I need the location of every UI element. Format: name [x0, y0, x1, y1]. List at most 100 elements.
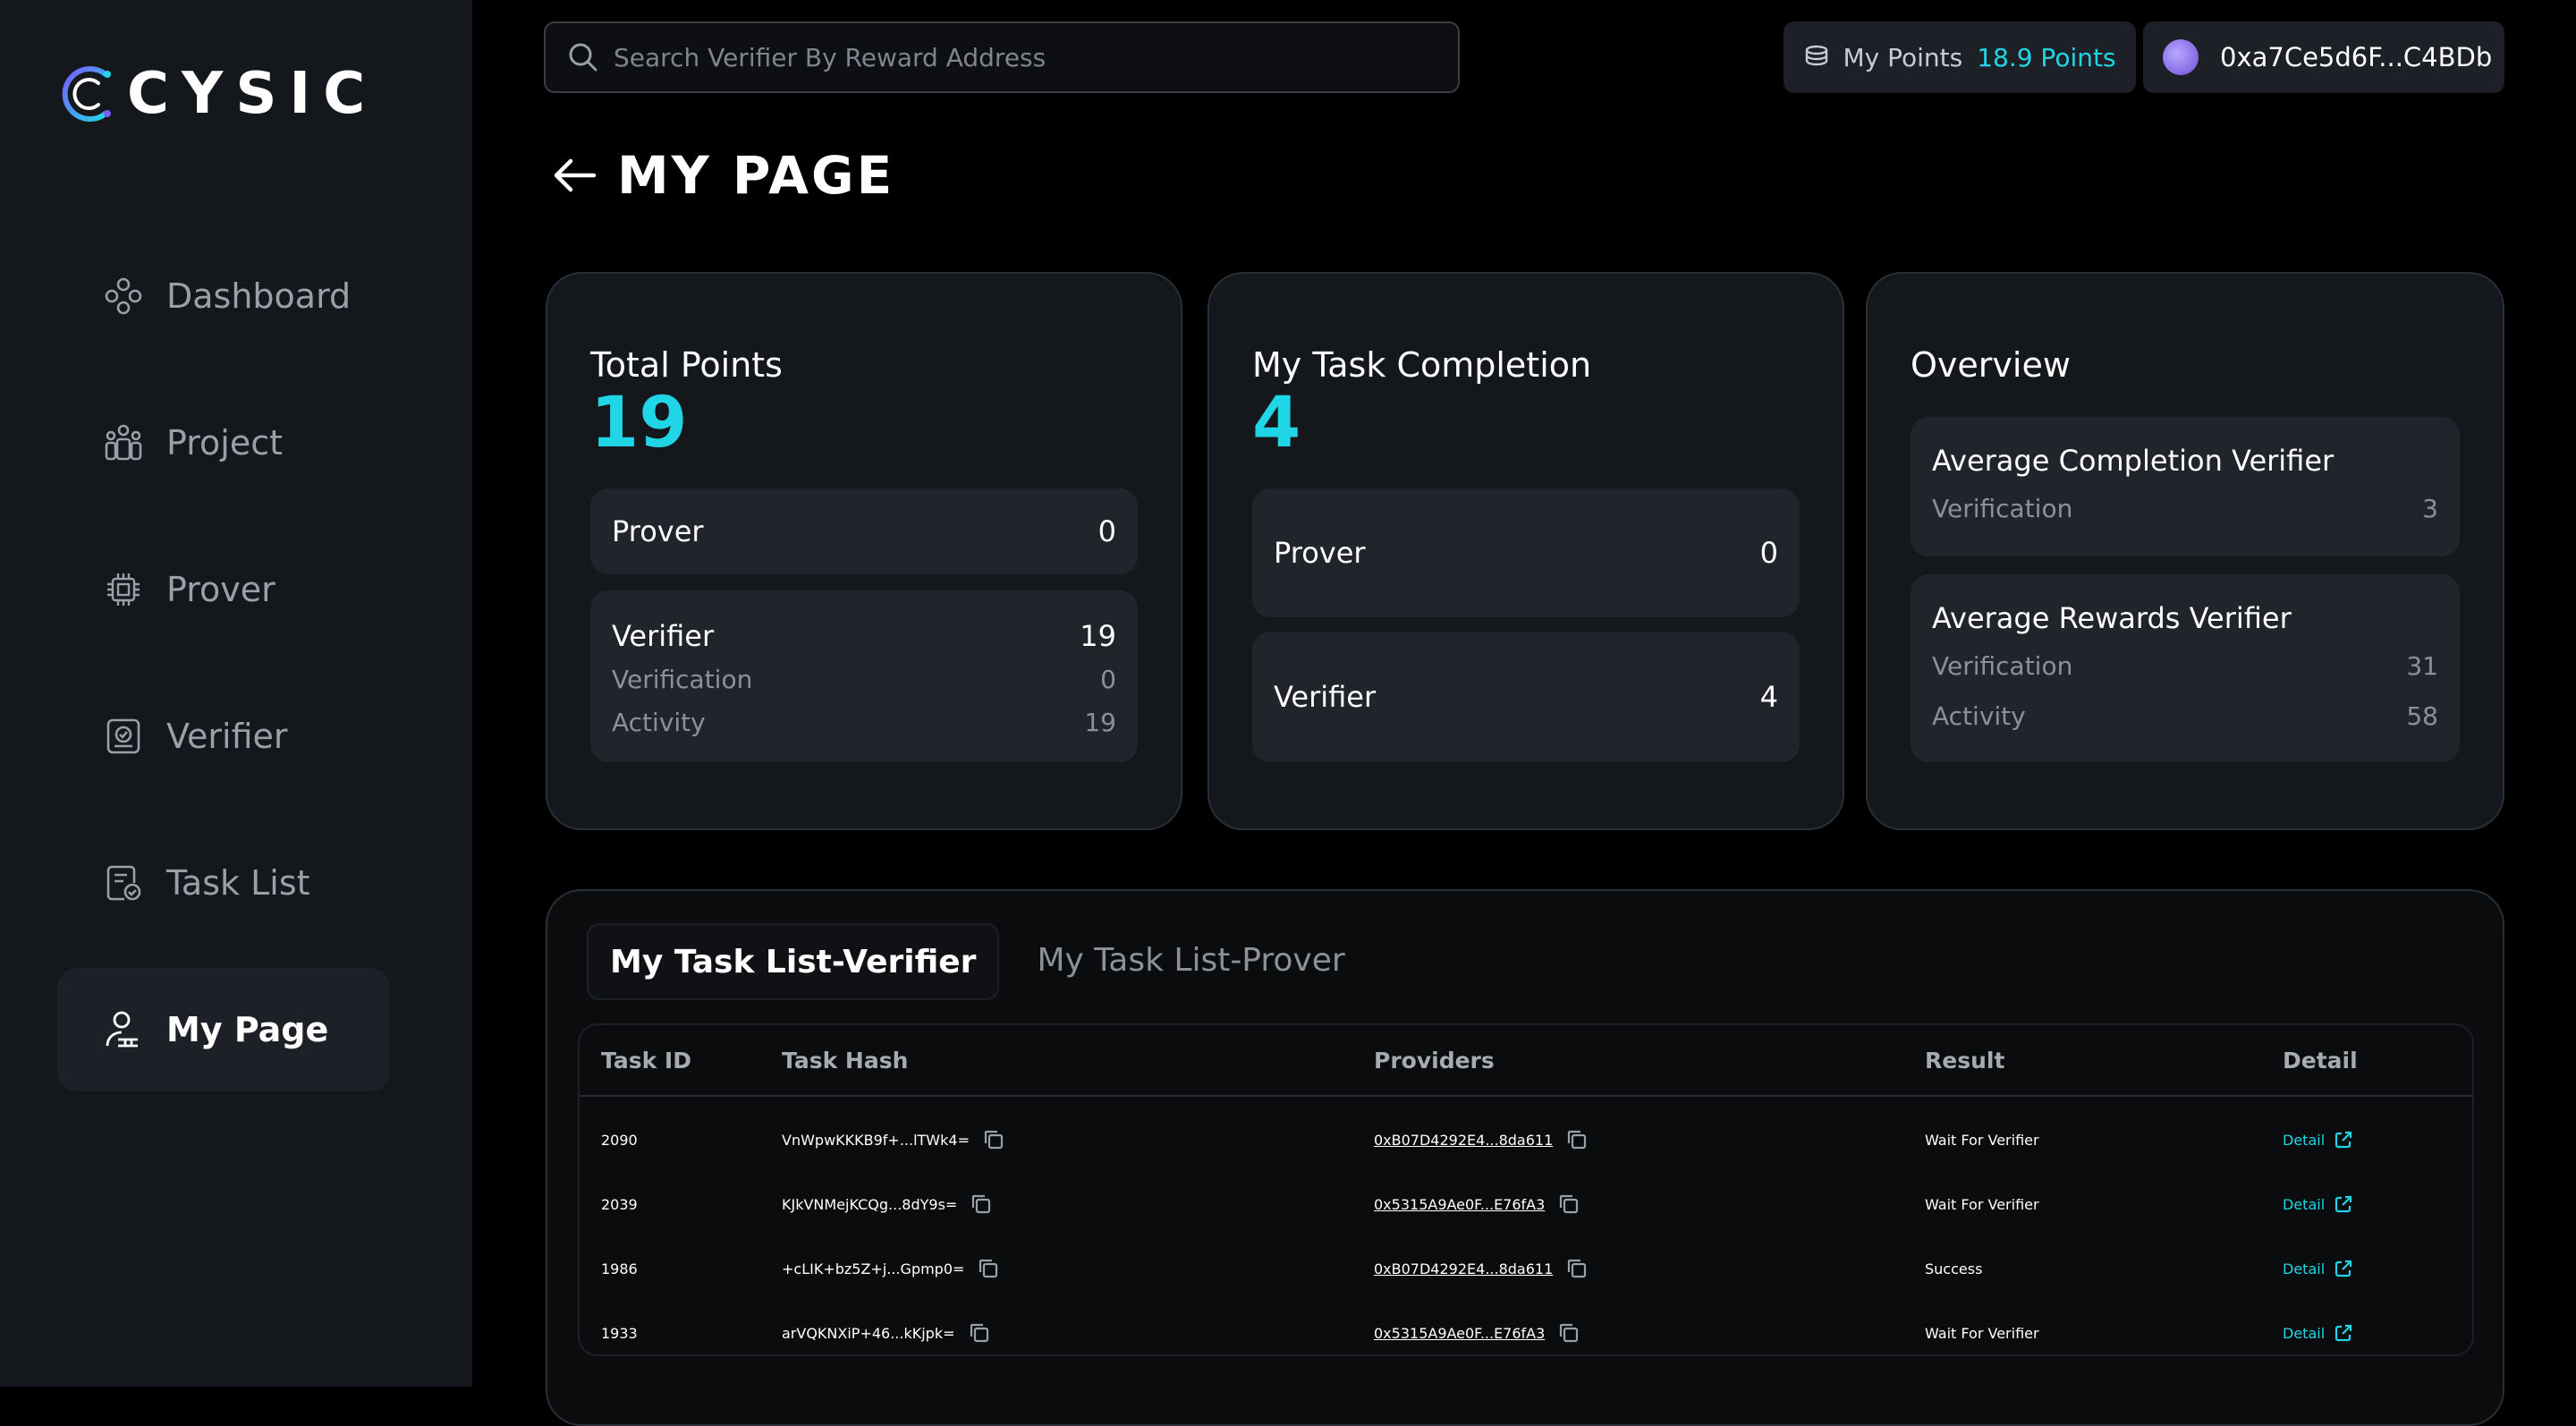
tab-task-list-prover[interactable]: My Task List-Prover [1015, 923, 1366, 997]
copy-icon[interactable] [977, 1257, 1000, 1280]
verifier-label: Verifier [612, 619, 715, 653]
task-completion-verifier-box: Verifier 4 [1252, 632, 1800, 762]
task-hash: KJkVNMejKCQg...8dY9s= [782, 1195, 958, 1213]
avg-rewards-title: Average Rewards Verifier [1932, 601, 2292, 635]
detail-label: Detail [2283, 1324, 2326, 1342]
brand-name: CYSIC [127, 61, 378, 127]
task-completion-title: My Task Completion [1252, 345, 1592, 385]
task-completion-card: My Task Completion 4 Prover 0 Verifier 4 [1208, 272, 1844, 830]
provider-cell: 0x5315A9Ae0F...E76fA3 [1374, 1321, 1580, 1345]
search-icon [569, 43, 597, 72]
page-title-row: MY PAGE [551, 145, 894, 206]
wallet-button[interactable]: 0xa7Ce5d6F...C4BDb [2143, 21, 2504, 93]
detail-label: Detail [2283, 1260, 2326, 1277]
task-table: Task ID Task Hash Providers Result Detai… [578, 1023, 2474, 1356]
sidebar-item-project[interactable]: Project [57, 381, 390, 505]
external-link-icon [2335, 1260, 2352, 1277]
provider-link[interactable]: 0x5315A9Ae0F...E76fA3 [1374, 1196, 1545, 1213]
search-bar[interactable] [544, 21, 1460, 93]
copy-icon[interactable] [968, 1321, 991, 1345]
avg-completion-title: Average Completion Verifier [1932, 444, 2334, 478]
copy-icon[interactable] [970, 1193, 993, 1216]
total-points-value: 19 [590, 383, 688, 463]
verification-label: Verification [1932, 493, 2073, 523]
sidebar-item-dashboard[interactable]: Dashboard [57, 234, 390, 358]
activity-value: 58 [2406, 700, 2438, 731]
sidebar-item-task-list[interactable]: Task List [57, 821, 390, 945]
sidebar-item-label: Prover [166, 570, 275, 609]
task-result: Wait For Verifier [1925, 1195, 2039, 1213]
project-icon [102, 421, 145, 464]
task-id: 1933 [601, 1324, 638, 1342]
avatar [2163, 39, 2199, 75]
provider-link[interactable]: 0xB07D4292E4...8da611 [1374, 1260, 1553, 1277]
copy-icon[interactable] [1565, 1257, 1589, 1280]
sidebar-item-label: Dashboard [166, 276, 352, 316]
prover-value: 0 [1759, 536, 1778, 570]
col-providers: Providers [1374, 1047, 1495, 1074]
verification-label: Verification [1932, 650, 2073, 681]
provider-cell: 0xB07D4292E4...8da611 [1374, 1128, 1589, 1151]
detail-link[interactable]: Detail [2283, 1194, 2353, 1214]
task-hash-cell: arVQKNXiP+46...kKjpk= [782, 1321, 991, 1345]
provider-link[interactable]: 0xB07D4292E4...8da611 [1374, 1132, 1553, 1149]
dashboard-icon [102, 275, 145, 318]
verification-value: 3 [2422, 493, 2438, 523]
copy-icon[interactable] [1565, 1128, 1589, 1151]
avg-rewards-box: Average Rewards Verifier Verification 31… [1911, 574, 2460, 762]
prover-label: Prover [612, 514, 704, 548]
col-task-hash: Task Hash [782, 1047, 909, 1074]
prover-value: 0 [1097, 514, 1116, 548]
search-input[interactable] [612, 41, 1420, 73]
table-row: 2090 VnWpwKKKB9f+...lTWk4= 0xB07D4292E4.… [580, 1108, 2472, 1172]
verifier-icon [102, 715, 145, 758]
task-hash: +cLIK+bz5Z+j...Gpmp0= [782, 1260, 965, 1277]
tab-task-list-verifier[interactable]: My Task List-Verifier [587, 923, 1000, 1000]
table-row: 1986 +cLIK+bz5Z+j...Gpmp0= 0xB07D4292E4.… [580, 1236, 2472, 1301]
page-title: MY PAGE [617, 145, 895, 206]
sidebar-item-my-page[interactable]: My Page [57, 968, 390, 1091]
sidebar-item-prover[interactable]: Prover [57, 528, 390, 651]
sidebar-nav: Dashboard Project Prover Verifier Task L… [57, 234, 390, 1115]
task-result: Success [1925, 1260, 1983, 1277]
task-id: 2039 [601, 1195, 638, 1213]
copy-icon[interactable] [1557, 1193, 1580, 1216]
detail-link[interactable]: Detail [2283, 1259, 2353, 1278]
col-result: Result [1925, 1047, 2005, 1074]
verifier-value: 19 [1080, 619, 1116, 653]
sidebar-item-label: Verifier [166, 717, 288, 756]
table-row: 2039 KJkVNMejKCQg...8dY9s= 0x5315A9Ae0F.… [580, 1172, 2472, 1236]
cysic-logo-icon [62, 66, 111, 122]
copy-icon[interactable] [982, 1128, 1005, 1151]
avg-completion-box: Average Completion Verifier Verification… [1911, 417, 2460, 556]
task-id: 2090 [601, 1131, 638, 1149]
detail-label: Detail [2283, 1195, 2326, 1213]
points-value: 18.9 Points [1977, 42, 2116, 72]
back-arrow-icon[interactable] [551, 156, 597, 195]
detail-link[interactable]: Detail [2283, 1130, 2353, 1150]
verification-label: Verification [612, 664, 753, 694]
task-hash: VnWpwKKKB9f+...lTWk4= [782, 1131, 970, 1149]
activity-value: 19 [1084, 707, 1116, 737]
external-link-icon [2335, 1324, 2352, 1342]
task-result: Wait For Verifier [1925, 1131, 2039, 1149]
total-points-title: Total Points [590, 345, 783, 385]
sidebar-item-label: My Page [166, 1010, 329, 1049]
copy-icon[interactable] [1557, 1321, 1580, 1345]
provider-cell: 0xB07D4292E4...8da611 [1374, 1257, 1589, 1280]
detail-link[interactable]: Detail [2283, 1323, 2353, 1343]
brand-logo[interactable]: CYSIC [55, 61, 377, 127]
task-result: Wait For Verifier [1925, 1324, 2039, 1342]
coins-icon [1806, 45, 1828, 66]
detail-label: Detail [2283, 1131, 2326, 1149]
total-points-prover-box: Prover 0 [590, 488, 1138, 574]
provider-link[interactable]: 0x5315A9Ae0F...E76fA3 [1374, 1325, 1545, 1342]
task-hash-cell: +cLIK+bz5Z+j...Gpmp0= [782, 1257, 1000, 1280]
my-points-badge[interactable]: My Points 18.9 Points [1784, 21, 2136, 93]
table-header: Task ID Task Hash Providers Result Detai… [580, 1025, 2472, 1097]
points-label: My Points [1843, 42, 1963, 72]
task-completion-prover-box: Prover 0 [1252, 488, 1800, 617]
sidebar-item-label: Task List [166, 863, 310, 903]
sidebar-item-verifier[interactable]: Verifier [57, 675, 390, 798]
activity-label: Activity [612, 707, 706, 737]
